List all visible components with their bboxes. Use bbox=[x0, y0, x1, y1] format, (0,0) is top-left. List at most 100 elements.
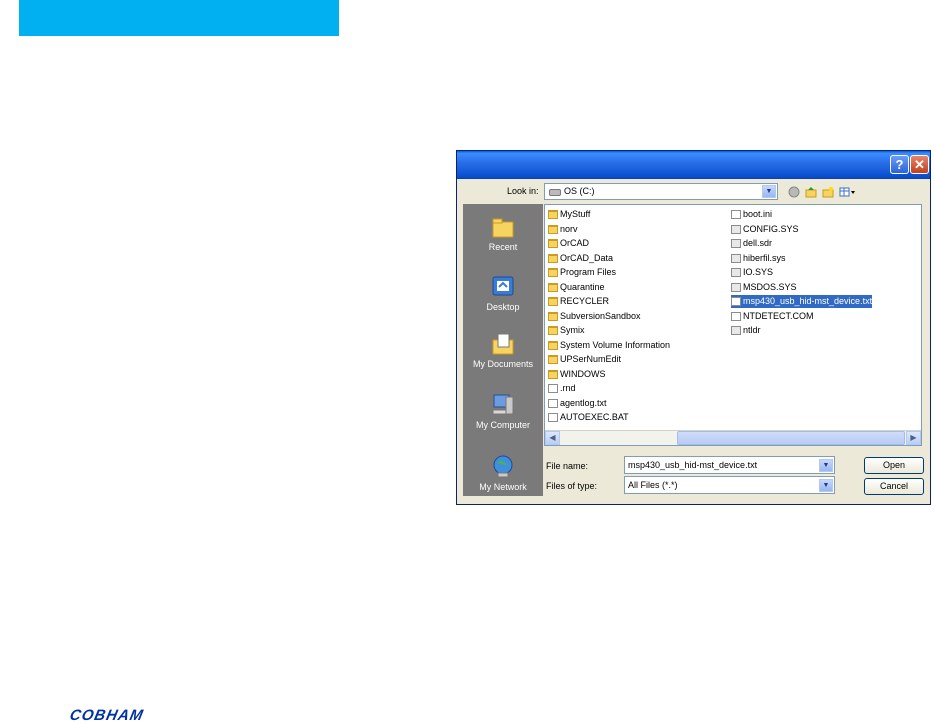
cancel-button[interactable]: Cancel bbox=[864, 478, 924, 495]
folder-item[interactable]: norv bbox=[548, 223, 578, 236]
top-accent-bar bbox=[19, 0, 339, 36]
recent-folder-icon bbox=[492, 218, 514, 238]
dialog-titlebar: ? ✕ bbox=[457, 151, 930, 179]
file-item[interactable]: hiberfil.sys bbox=[731, 252, 786, 265]
file-icon bbox=[731, 224, 741, 234]
open-file-dialog: ? ✕ Look in: OS (C:) ▼ Recent Desktop My… bbox=[456, 150, 931, 505]
look-in-label: Look in: bbox=[507, 186, 539, 196]
file-icon bbox=[548, 398, 558, 408]
folder-item[interactable]: WINDOWS bbox=[548, 368, 606, 381]
file-icon bbox=[548, 384, 558, 393]
file-icon bbox=[731, 268, 741, 277]
file-name-text: WINDOWS bbox=[560, 368, 606, 379]
my-network-icon bbox=[493, 455, 513, 478]
folder-item[interactable]: UPSerNumEdit bbox=[548, 353, 621, 366]
scroll-left-icon[interactable]: ◀ bbox=[545, 431, 560, 445]
up-folder-icon[interactable] bbox=[804, 186, 818, 200]
folder-item[interactable]: SubversionSandbox bbox=[548, 310, 641, 323]
file-item[interactable]: CONFIG.SYS bbox=[731, 223, 799, 236]
chevron-down-icon[interactable]: ▼ bbox=[819, 479, 833, 492]
file-type-value: All Files (*.*) bbox=[628, 480, 678, 490]
places-bar: Recent Desktop My Documents My Computer … bbox=[463, 204, 543, 496]
file-name-text: agentlog.txt bbox=[560, 397, 607, 408]
help-button[interactable]: ? bbox=[890, 155, 909, 174]
look-in-dropdown[interactable]: OS (C:) ▼ bbox=[544, 183, 778, 200]
folder-icon bbox=[548, 282, 558, 292]
file-name-text: hiberfil.sys bbox=[743, 252, 786, 263]
scroll-thumb[interactable] bbox=[677, 431, 905, 445]
file-item[interactable]: .rnd bbox=[548, 382, 576, 395]
folder-item[interactable]: Quarantine bbox=[548, 281, 605, 294]
folder-icon bbox=[548, 326, 558, 335]
file-name-text: dell.sdr bbox=[743, 238, 773, 248]
file-name-text: NTDETECT.COM bbox=[743, 310, 814, 321]
folder-item[interactable]: RECYCLER bbox=[548, 295, 609, 308]
file-icon bbox=[731, 297, 741, 306]
place-my-computer[interactable]: My Computer bbox=[463, 392, 543, 430]
file-icon bbox=[548, 413, 558, 422]
file-item[interactable]: msp430_usb_hid-mst_device.txt bbox=[731, 295, 873, 308]
file-name-text: Symix bbox=[560, 325, 585, 335]
file-name-text: Program Files bbox=[560, 267, 617, 277]
file-name-text: OrCAD_Data bbox=[560, 252, 614, 263]
file-name-text: ntldr bbox=[743, 325, 761, 335]
place-desktop[interactable]: Desktop bbox=[463, 274, 543, 312]
cobham-logo: COBHAM bbox=[68, 707, 146, 724]
horizontal-scrollbar[interactable]: ◀ ▶ bbox=[545, 430, 921, 445]
chevron-down-icon[interactable]: ▼ bbox=[762, 185, 776, 198]
place-label: My Computer bbox=[475, 420, 530, 430]
place-my-documents[interactable]: My Documents bbox=[463, 331, 543, 369]
folder-icon bbox=[548, 340, 558, 350]
file-name-text: .rnd bbox=[560, 383, 576, 393]
back-icon[interactable] bbox=[787, 186, 801, 200]
file-item[interactable]: dell.sdr bbox=[731, 237, 772, 250]
folder-icon bbox=[548, 311, 558, 321]
file-name-text: MyStuff bbox=[560, 209, 591, 219]
folder-icon bbox=[548, 355, 558, 364]
place-my-network[interactable]: My Network bbox=[463, 454, 543, 492]
file-item[interactable]: agentlog.txt bbox=[548, 397, 607, 410]
file-type-dropdown[interactable]: All Files (*.*) ▼ bbox=[624, 476, 835, 494]
file-icon bbox=[731, 311, 741, 321]
views-menu-icon[interactable] bbox=[838, 186, 858, 200]
place-label: Recent bbox=[488, 242, 518, 252]
scroll-right-icon[interactable]: ▶ bbox=[906, 431, 921, 445]
file-name-text: CONFIG.SYS bbox=[743, 223, 799, 234]
folder-item[interactable]: Program Files bbox=[548, 266, 616, 279]
file-list[interactable]: MyStuff norv OrCAD OrCAD_Data Program Files Q… bbox=[544, 204, 922, 446]
file-icon bbox=[731, 210, 741, 219]
look-in-value: OS (C:) bbox=[564, 186, 595, 196]
folder-icon bbox=[548, 268, 558, 277]
file-type-label: Files of type: bbox=[546, 481, 598, 491]
folder-item[interactable]: System Volume Information bbox=[548, 339, 670, 352]
chevron-down-icon[interactable]: ▼ bbox=[819, 459, 833, 472]
file-name-input[interactable]: msp430_usb_hid-mst_device.txt ▼ bbox=[624, 456, 835, 474]
file-item[interactable]: ntldr bbox=[731, 324, 761, 337]
open-button[interactable]: Open bbox=[864, 457, 924, 474]
file-icon bbox=[731, 282, 741, 292]
folder-icon bbox=[548, 239, 558, 248]
file-item[interactable]: IO.SYS bbox=[731, 266, 773, 279]
new-folder-icon[interactable] bbox=[821, 186, 835, 200]
folder-item[interactable]: OrCAD_Data bbox=[548, 252, 613, 265]
file-item[interactable]: NTDETECT.COM bbox=[731, 310, 814, 323]
place-recent[interactable]: Recent bbox=[463, 214, 543, 252]
folder-icon bbox=[548, 253, 558, 263]
folder-item[interactable]: MyStuff bbox=[548, 208, 590, 221]
file-icon bbox=[731, 253, 741, 263]
close-button[interactable]: ✕ bbox=[910, 155, 929, 174]
file-name-value: msp430_usb_hid-mst_device.txt bbox=[628, 460, 758, 470]
folder-item[interactable]: Symix bbox=[548, 324, 585, 337]
file-item[interactable]: boot.ini bbox=[731, 208, 772, 221]
file-name-text: RECYCLER bbox=[560, 296, 610, 306]
folder-item[interactable]: OrCAD bbox=[548, 237, 589, 250]
file-name-text: AUTOEXEC.BAT bbox=[560, 412, 629, 422]
file-name-text: OrCAD bbox=[560, 238, 589, 248]
place-label: Desktop bbox=[486, 302, 520, 312]
file-name-text: SubversionSandbox bbox=[560, 310, 641, 321]
file-name-text: System Volume Information bbox=[560, 339, 671, 350]
folder-icon bbox=[548, 210, 558, 219]
file-name-label: File name: bbox=[546, 461, 589, 471]
file-item[interactable]: AUTOEXEC.BAT bbox=[548, 411, 629, 424]
file-item[interactable]: MSDOS.SYS bbox=[731, 281, 797, 294]
